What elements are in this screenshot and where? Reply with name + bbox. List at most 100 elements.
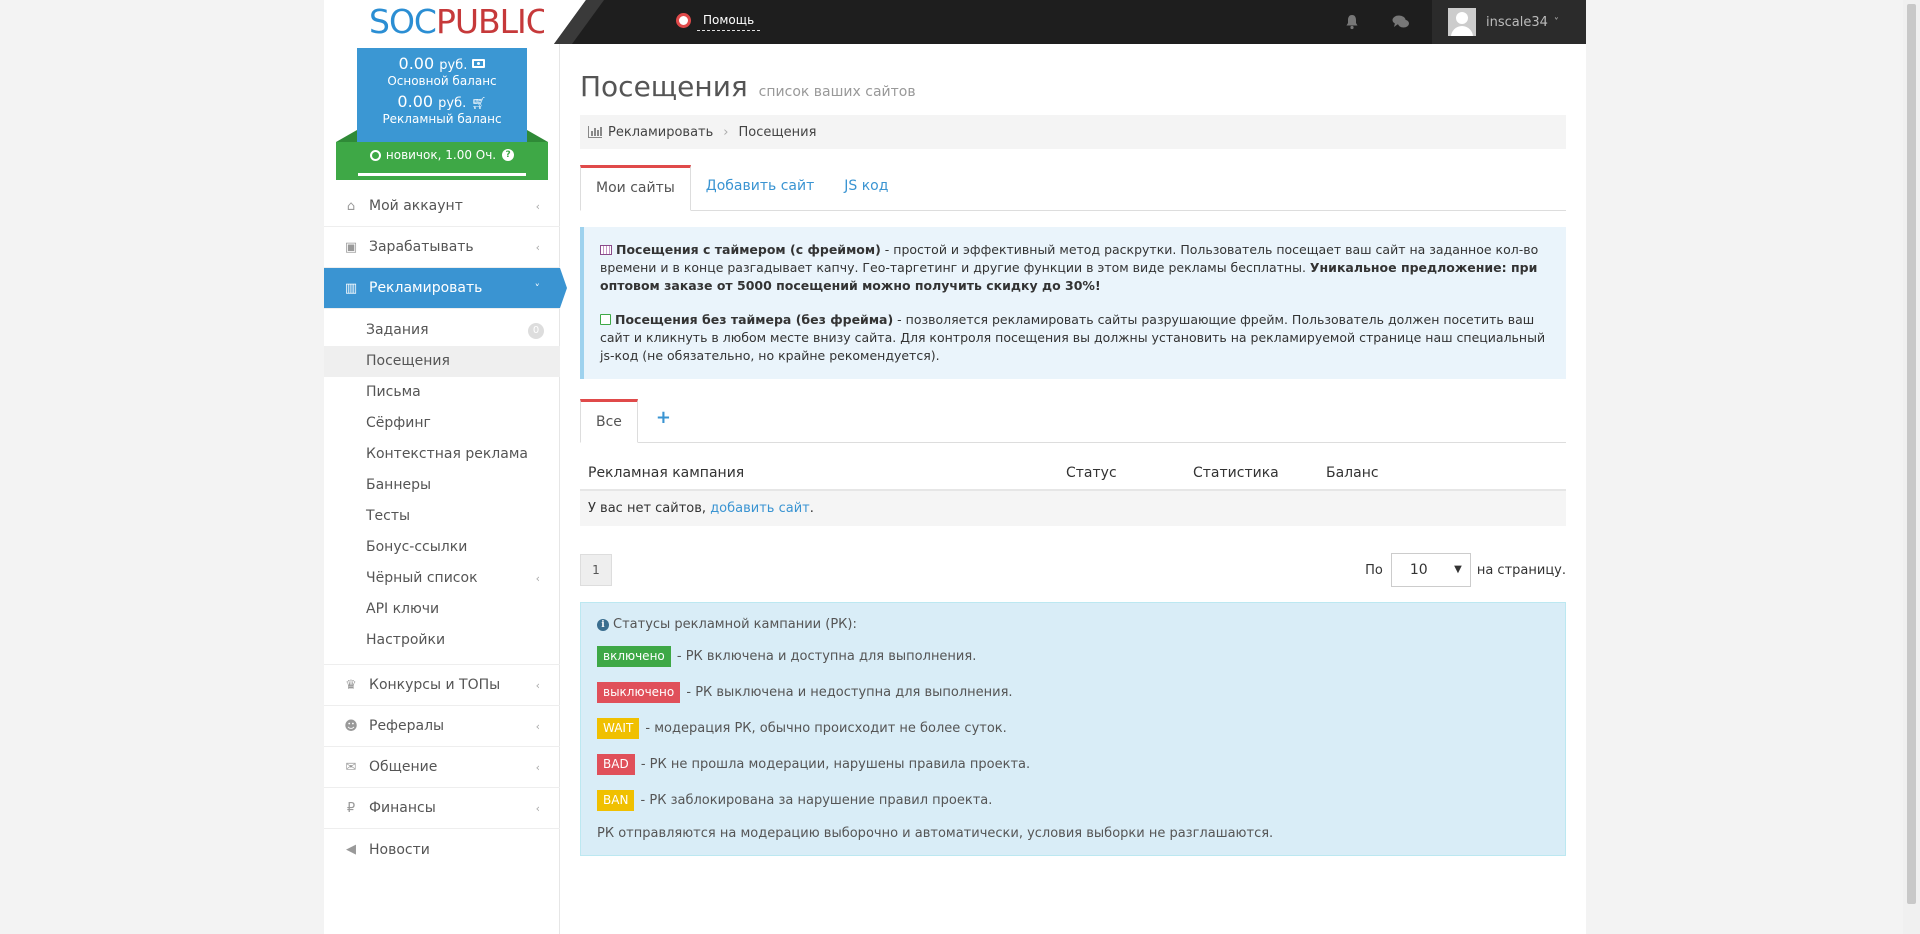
chevron-left-icon: ‹ (535, 801, 540, 815)
status-desc: - модерация РК, обычно происходит не бол… (641, 721, 1007, 736)
sidebar-item-contests[interactable]: ♛ Конкурсы и ТОПы ‹ (324, 665, 560, 706)
status-desc: - РК выключена и недоступна для выполнен… (682, 685, 1013, 700)
empty-text: У вас нет сайтов, (588, 501, 711, 516)
submenu-label: Настройки (366, 632, 446, 648)
scrollbar-thumb[interactable] (1907, 4, 1916, 904)
user-menu[interactable]: inscale34 ˅ (1432, 0, 1586, 44)
cart-icon: 🛒︎ (471, 96, 487, 110)
bell-icon[interactable] (1344, 14, 1360, 30)
column-campaign[interactable]: Рекламная кампания (580, 457, 1058, 491)
submenu-item-blacklist[interactable]: Чёрный список ‹ (324, 563, 560, 594)
vertical-scrollbar[interactable] (1903, 0, 1920, 934)
column-balance[interactable]: Баланс (1318, 457, 1566, 491)
ad-balance-currency: руб. (438, 96, 467, 111)
chevron-left-icon: ‹ (535, 240, 540, 254)
column-status[interactable]: Статус (1058, 457, 1185, 491)
logo-soc: SOC (369, 2, 437, 41)
level-panel[interactable]: новичок, 1.00 Оч. ? (336, 130, 548, 180)
chat-icon[interactable] (1392, 14, 1410, 30)
sidebar-item-label: Конкурсы и ТОПы (369, 677, 501, 693)
ad-balance[interactable]: 0.00 руб. 🛒︎ (357, 92, 527, 111)
help-label: Помощь (697, 10, 761, 31)
sidebar-item-label: Новости (369, 841, 430, 858)
submenu-item-visits[interactable]: Посещения (324, 346, 560, 377)
bar-chart-icon (588, 126, 602, 138)
per-page-control: По 10 ▼ на страницу. (1365, 553, 1566, 587)
tabs: Мои сайты Добавить сайт JS код (580, 165, 1566, 211)
ad-balance-amount: 0.00 (397, 92, 434, 111)
submenu-label: Баннеры (366, 477, 432, 493)
info-no-timer-title: Посещения без таймера (без фрейма) (615, 312, 894, 327)
sidebar-item-account[interactable]: ⌂ Мой аккаунт ‹ (324, 186, 560, 227)
submenu-item-tests[interactable]: Тесты (324, 501, 560, 532)
breadcrumb-item-advertise[interactable]: Рекламировать (608, 125, 713, 140)
sidebar-item-earn[interactable]: ▣ Зарабатывать ‹ (324, 227, 560, 268)
main-balance-currency: руб. (439, 58, 468, 73)
submenu-label: Чёрный список (366, 570, 478, 586)
submenu-item-context-ads[interactable]: Контекстная реклама (324, 439, 560, 470)
page-button[interactable]: 1 (580, 554, 612, 586)
film-icon (600, 245, 612, 255)
column-statistics[interactable]: Статистика (1185, 457, 1318, 491)
sidebar-item-news[interactable]: ◀ Новости (324, 829, 560, 870)
sidebar: 0.00 руб. Основной баланс 0.00 руб. 🛒︎ Р… (324, 44, 567, 934)
submenu-label: Задания (366, 322, 429, 338)
status-legend: i Статусы рекламной кампании (РК): включ… (580, 602, 1566, 856)
page-title: Посещения список ваших сайтов (580, 70, 1566, 103)
level-text: новичок, 1.00 Оч. (385, 148, 497, 162)
note-icon (600, 314, 611, 325)
submenu-item-letters[interactable]: Письма (324, 377, 560, 408)
logo-slant-decoration (544, 0, 604, 44)
submenu-label: Контекстная реклама (366, 446, 528, 462)
sidebar-item-finance[interactable]: ₽ Финансы ‹ (324, 788, 560, 829)
submenu-item-banners[interactable]: Баннеры (324, 470, 560, 501)
filter-tabs: Все + (580, 399, 1566, 443)
logo[interactable]: SOCPUBLIC (324, 0, 554, 44)
main-balance[interactable]: 0.00 руб. (357, 54, 527, 73)
submenu-item-tasks[interactable]: Задания 0 (324, 315, 560, 346)
status-desc: - РК включена и доступна для выполнения. (672, 649, 977, 664)
submenu-item-surfing[interactable]: Сёрфинг (324, 408, 560, 439)
users-icon: ☻ (344, 718, 358, 734)
level-ring-icon (369, 149, 381, 161)
add-site-link[interactable]: добавить сайт (710, 501, 810, 516)
submenu-label: API ключи (366, 601, 440, 617)
chevron-down-icon: ˅ (534, 281, 541, 295)
submenu-label: Письма (366, 384, 421, 400)
question-icon[interactable]: ? (502, 149, 515, 161)
tab-add-site[interactable]: Добавить сайт (691, 164, 829, 210)
status-badge-on: включено (597, 646, 671, 667)
submenu-item-settings[interactable]: Настройки (324, 625, 560, 656)
per-page-prefix: По (1365, 562, 1383, 578)
main-balance-amount: 0.00 (398, 54, 435, 73)
balance-panel: 0.00 руб. Основной баланс 0.00 руб. 🛒︎ Р… (357, 48, 527, 142)
submenu-item-bonus-links[interactable]: Бонус-ссылки (324, 532, 560, 563)
sidebar-item-communication[interactable]: ✉ Общение ‹ (324, 747, 560, 788)
submenu-label: Бонус-ссылки (366, 539, 468, 555)
status-badge-off: выключено (597, 682, 681, 703)
top-navbar: SOCPUBLIC Помощь inscale34 ˅ (324, 0, 1586, 44)
empty-end: . (809, 501, 814, 516)
chevron-left-icon: ‹ (535, 572, 540, 585)
pagination-row: 1 По 10 ▼ на страницу. (580, 553, 1566, 587)
bullhorn-icon: ◀ (346, 842, 356, 857)
status-row-bad: BAD - РК не прошла модерации, нарушены п… (597, 754, 1549, 776)
submenu-label: Посещения (366, 353, 450, 369)
sidebar-menu: ⌂ Мой аккаунт ‹ ▣ Зарабатывать ‹ ▥ Рекла… (324, 186, 567, 870)
submenu-item-api-keys[interactable]: API ключи (324, 594, 560, 625)
status-row-off: выключено - РК выключена и недоступна дл… (597, 682, 1549, 704)
tab-all[interactable]: Все (580, 399, 638, 443)
per-page-select[interactable]: 10 ▼ (1390, 553, 1471, 587)
page: SOCPUBLIC Помощь inscale34 ˅ 0.00 руб. О… (324, 0, 1586, 934)
help-link[interactable]: Помощь (676, 10, 762, 31)
count-badge: 0 (528, 323, 544, 339)
add-tab-button[interactable]: + (638, 398, 689, 442)
sidebar-item-referrals[interactable]: ☻ Рефералы ‹ (324, 706, 560, 747)
chevron-left-icon: ‹ (535, 678, 540, 692)
sidebar-item-advertise[interactable]: ▥ Рекламировать ˅ (324, 268, 567, 309)
status-badge-ban: BAN (597, 790, 635, 811)
page-title-text: Посещения (580, 70, 748, 103)
tab-my-sites[interactable]: Мои сайты (580, 165, 691, 211)
status-row-wait: WAIT - модерация РК, обычно происходит н… (597, 718, 1549, 740)
tab-js-code[interactable]: JS код (829, 164, 903, 210)
